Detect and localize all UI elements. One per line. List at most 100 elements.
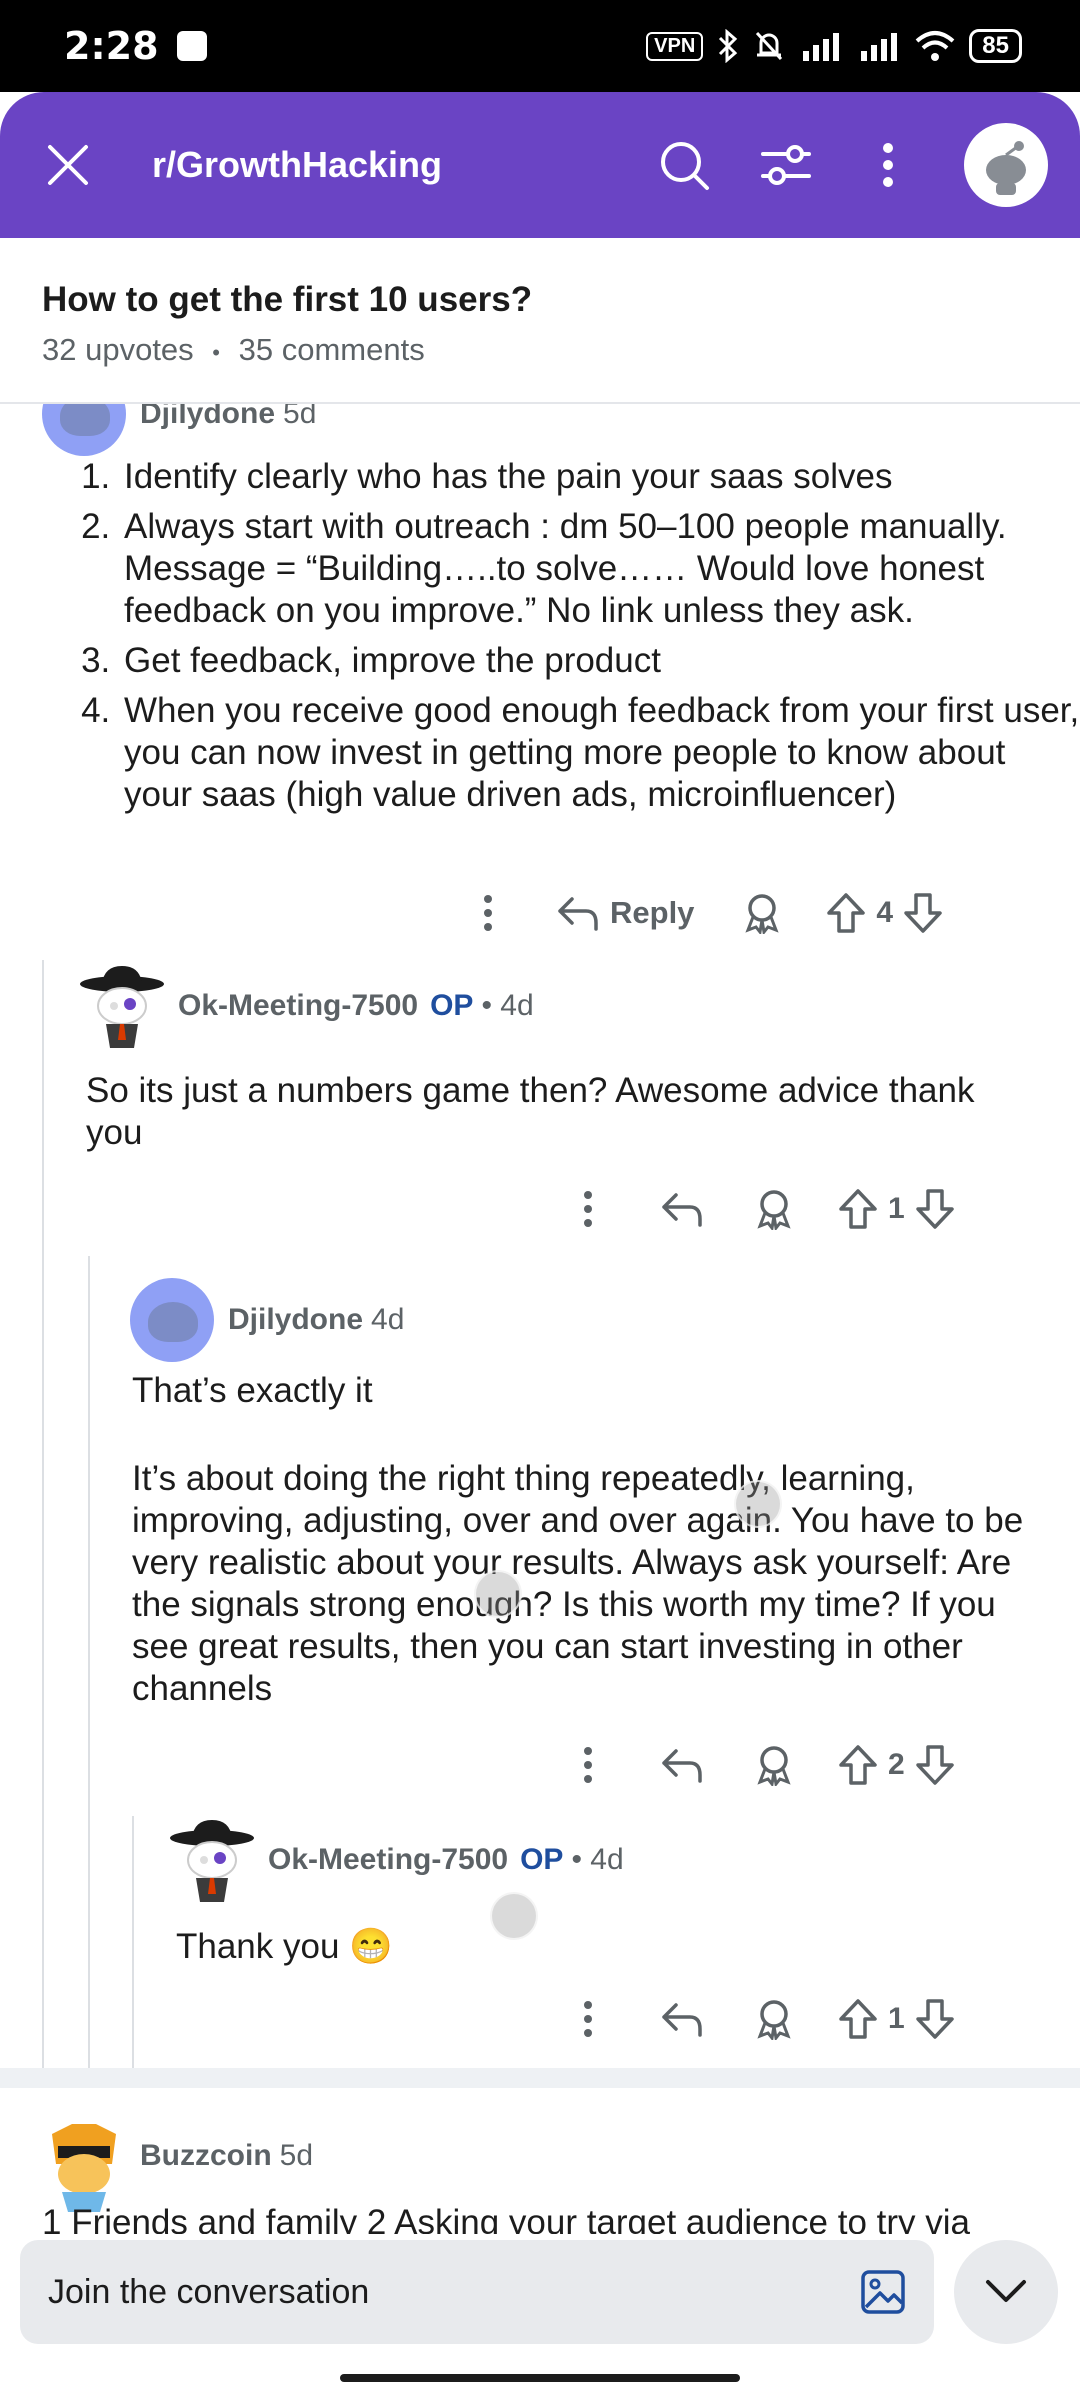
vote-count: 1 xyxy=(888,1192,905,1225)
reply-icon xyxy=(662,2003,702,2037)
award-button[interactable] xyxy=(742,892,782,934)
list-item: Identify clearly who has the pain your s… xyxy=(120,456,1080,498)
comment-count: 35 comments xyxy=(238,332,425,367)
upvote-arrow-icon xyxy=(839,1189,877,1229)
comment-actions: 1 xyxy=(566,1188,955,1230)
filter-icon xyxy=(761,145,811,185)
more-options-button[interactable] xyxy=(566,1999,610,2039)
comment-body-line: That’s exactly it xyxy=(132,1371,373,1410)
avatar[interactable] xyxy=(42,404,126,456)
comment-author[interactable]: Ok-Meeting-7500 xyxy=(268,1843,508,1877)
award-button[interactable] xyxy=(754,1744,794,1786)
bluetooth-icon xyxy=(719,29,738,63)
collapse-button[interactable] xyxy=(954,2240,1058,2344)
avatar[interactable] xyxy=(170,1818,254,1902)
avatar[interactable] xyxy=(80,964,164,1048)
op-badge: OP xyxy=(430,989,474,1022)
post-meta: 32 upvotes • 35 comments xyxy=(42,332,1038,368)
reply-icon xyxy=(662,1193,702,1227)
touch-indicator xyxy=(474,1570,522,1618)
downvote-button[interactable] xyxy=(915,1744,955,1786)
more-vertical-icon xyxy=(484,895,492,931)
comment-header: Djilydone 5d xyxy=(42,404,316,456)
touch-indicator xyxy=(734,1480,782,1528)
comment-age: 5d xyxy=(279,2139,314,2172)
comment-author[interactable]: Ok-Meeting-7500 xyxy=(178,989,418,1023)
comment-age: • 4d xyxy=(481,989,534,1022)
op-snoo-avatar-icon xyxy=(80,966,164,1048)
downvote-button[interactable] xyxy=(915,1998,955,2040)
award-button[interactable] xyxy=(754,1188,794,1230)
bottom-composer: Join the conversation xyxy=(0,2234,1080,2400)
avatar[interactable] xyxy=(42,2114,126,2212)
more-vertical-icon xyxy=(584,1747,592,1783)
upvote-button[interactable] xyxy=(826,892,866,934)
award-button[interactable] xyxy=(754,1998,794,2040)
upvote-count: 32 upvotes xyxy=(42,332,194,367)
join-placeholder: Join the conversation xyxy=(48,2272,370,2311)
buzzcoin-avatar-icon xyxy=(52,2124,116,2212)
downvote-button[interactable] xyxy=(903,892,943,934)
meta-separator: • xyxy=(212,340,220,365)
upvote-button[interactable] xyxy=(838,1744,878,1786)
award-icon xyxy=(757,2000,791,2040)
list-item: When you receive good enough feedback fr… xyxy=(120,690,1080,816)
battery-indicator: 85 xyxy=(969,29,1022,63)
list-item: Always start with outreach : dm 50–100 p… xyxy=(120,506,1080,632)
status-time: 2:28 xyxy=(64,24,207,68)
mute-bell-icon xyxy=(756,31,783,61)
comment-header: Djilydone 4d xyxy=(130,1278,404,1362)
more-vertical-icon xyxy=(584,1191,592,1227)
downvote-arrow-icon xyxy=(915,1999,954,2039)
reply-button[interactable] xyxy=(660,1745,704,1785)
thread-line xyxy=(42,960,44,2068)
upvote-arrow-icon xyxy=(827,893,866,933)
more-options-button[interactable] xyxy=(466,893,510,933)
sort-filter-button[interactable] xyxy=(750,129,822,201)
comment-author[interactable]: Djilydone xyxy=(228,1303,363,1337)
comment-author[interactable]: Djilydone xyxy=(140,404,275,431)
award-icon xyxy=(745,894,780,934)
avatar[interactable] xyxy=(130,1278,214,1362)
vote-count: 2 xyxy=(888,1748,905,1781)
more-options-button[interactable] xyxy=(566,1745,610,1785)
snoo-avatar-icon xyxy=(986,141,1026,195)
signal-icon-2 xyxy=(861,33,898,61)
thread-line xyxy=(132,1816,134,2068)
more-options-button[interactable] xyxy=(852,129,924,201)
close-button[interactable] xyxy=(32,129,104,201)
post-title: How to get the first 10 users? xyxy=(42,280,533,319)
more-options-button[interactable] xyxy=(566,1189,610,1229)
top-app-bar: r/GrowthHacking xyxy=(0,92,1080,238)
image-attach-icon[interactable] xyxy=(860,2269,906,2315)
downvote-button[interactable] xyxy=(915,1188,955,1230)
comment-header: Ok-Meeting-7500 OP • 4d xyxy=(80,964,534,1048)
reply-label: Reply xyxy=(610,895,695,930)
downvote-arrow-icon xyxy=(904,893,942,933)
notification-app-icon xyxy=(176,31,207,61)
subreddit-title[interactable]: r/GrowthHacking xyxy=(152,144,648,186)
reply-button[interactable]: Reply xyxy=(556,893,694,933)
more-vertical-icon xyxy=(584,2001,592,2037)
join-conversation-input[interactable]: Join the conversation xyxy=(20,2240,934,2344)
chevron-down-icon xyxy=(986,2280,1026,2302)
downvote-arrow-icon xyxy=(915,1745,954,1785)
comment-author[interactable]: Buzzcoin xyxy=(140,2139,272,2173)
upvote-arrow-icon xyxy=(839,1745,877,1785)
upvote-button[interactable] xyxy=(838,1188,878,1230)
comment-age: 4d xyxy=(371,1303,405,1336)
search-button[interactable] xyxy=(648,129,720,201)
op-snoo-avatar-icon xyxy=(170,1820,254,1902)
post-header[interactable]: How to get the first 10 users? 32 upvote… xyxy=(0,238,1080,404)
status-bar: 2:28 VPN 85 xyxy=(0,0,1080,92)
upvote-button[interactable] xyxy=(838,1998,878,2040)
reply-button[interactable] xyxy=(660,1999,704,2039)
home-indicator[interactable] xyxy=(340,2374,740,2382)
comment-body: Identify clearly who has the pain your s… xyxy=(78,456,1080,824)
thread-line xyxy=(88,1256,90,2068)
user-avatar-button[interactable] xyxy=(964,123,1048,207)
reply-button[interactable] xyxy=(660,1189,704,1229)
signal-icon-1 xyxy=(803,33,840,61)
comment-header: Buzzcoin 5d xyxy=(42,2114,314,2212)
comment-age: 5d xyxy=(283,404,317,430)
